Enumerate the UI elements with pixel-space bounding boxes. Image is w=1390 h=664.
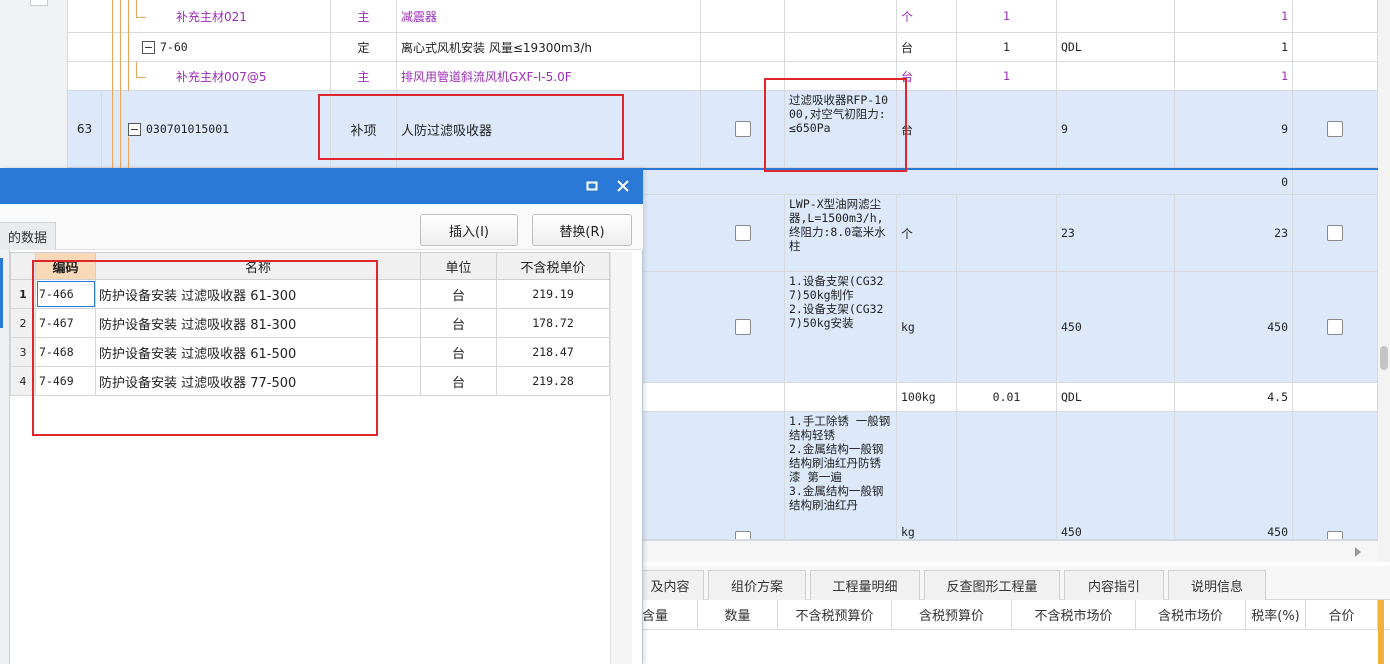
table-row[interactable]: 补充主材007@5 主 排风用管道斜流风机GXF-I-5.0F 台 1 1 — [68, 62, 1378, 91]
tab-content-guide[interactable]: 内容指引 — [1064, 570, 1164, 600]
qty-expr-cell: 23 — [1057, 195, 1175, 271]
replace-button[interactable]: 替换(R) — [532, 214, 632, 246]
dialog-tab-data[interactable]: 的数据 — [0, 222, 56, 250]
qty-coef-cell: 0.01 — [957, 383, 1057, 411]
row-checkbox[interactable] — [1327, 121, 1343, 137]
col-header[interactable]: 税率(%) — [1246, 600, 1306, 629]
type-cell: 主 — [331, 0, 397, 32]
desc-cell: LWP-X型油网滤尘器,L=1500m3/h,终阻力:8.0毫米水柱 — [785, 195, 897, 271]
table-row[interactable]: 补充主材021 主 减震器 个 1 1 — [68, 0, 1378, 33]
qty-expr-cell: QDL — [1057, 33, 1175, 61]
qty-cell: 450 — [1175, 272, 1293, 382]
row-checkbox[interactable] — [734, 319, 751, 335]
row-checkbox[interactable] — [1327, 319, 1343, 335]
table-row-selected[interactable]: 63 −030701015001 补项 人防过滤吸收器 过滤吸收器RFP-100… — [68, 91, 1378, 168]
name-cell: 减震器 — [397, 0, 701, 32]
qty-cell: 4.5 — [1175, 383, 1293, 411]
code-cell[interactable]: −030701015001 — [124, 91, 331, 167]
unit-cell: kg — [897, 412, 957, 539]
qty-expr-cell: QDL — [1057, 383, 1175, 411]
code-cell: 补充主材021 — [172, 0, 331, 32]
qty-cell: 1 — [1175, 62, 1293, 90]
tab-quantity-detail[interactable]: 工程量明细 — [810, 570, 920, 600]
col-header[interactable]: 含税预算价 — [892, 600, 1012, 629]
code-cell: 补充主材007@5 — [172, 62, 331, 90]
tab-reverse-check[interactable]: 反查图形工程量 — [924, 570, 1060, 600]
qty-coef-cell: 1 — [957, 62, 1057, 90]
vertical-scrollbar[interactable] — [1378, 0, 1390, 562]
type-cell: 补项 — [331, 91, 397, 167]
col-header[interactable]: 数量 — [698, 600, 778, 629]
col-header[interactable]: 含税市场价 — [1136, 600, 1246, 629]
qty-expr-cell: 450 — [1057, 412, 1175, 539]
qty-expr-cell: 450 — [1057, 272, 1175, 382]
scroll-thumb[interactable] — [1380, 346, 1388, 370]
col-unit[interactable]: 单位 — [421, 253, 497, 279]
list-item[interactable]: 3 7-468 防护设备安装 过滤吸收器 61-500 台 218.47 — [10, 338, 610, 367]
desc-cell: 过滤吸收器RFP-1000,对空气初阻力:≤650Pa — [785, 91, 897, 167]
row-checkbox[interactable] — [734, 225, 751, 241]
qty-cell: 9 — [1175, 91, 1293, 167]
qty-cell: 450 — [1175, 412, 1293, 539]
row-checkbox[interactable] — [734, 121, 751, 137]
row-checkbox[interactable] — [734, 531, 751, 539]
col-header[interactable]: 不含税预算价 — [778, 600, 892, 629]
qty-coef-cell: 1 — [957, 0, 1057, 32]
table-row[interactable]: −7-60 定 离心式风机安装 风量≤19300m3/h 台 1 QDL 1 — [68, 33, 1378, 62]
left-panel-control[interactable] — [30, 0, 48, 6]
name-cell: 离心式风机安装 风量≤19300m3/h — [397, 33, 701, 61]
list-item[interactable]: 2 7-467 防护设备安装 过滤吸收器 81-300 台 178.72 — [10, 309, 610, 338]
qty-coef-cell: 1 — [957, 33, 1057, 61]
code-cell[interactable]: −7-60 — [138, 33, 331, 61]
col-header[interactable]: 合价 — [1306, 600, 1378, 629]
qty-expr-cell: 9 — [1057, 91, 1175, 167]
collapse-icon[interactable]: − — [142, 40, 155, 54]
quota-select-dialog: 的数据 插入(I) 替换(R) 编码 名称 单位 不含税单价 1 7-466 防… — [0, 168, 643, 664]
unit-cell: 台 — [897, 91, 957, 167]
unit-cell: 个 — [897, 195, 957, 271]
type-cell: 主 — [331, 62, 397, 90]
row-checkbox[interactable] — [1327, 225, 1343, 241]
name-cell: 排风用管道斜流风机GXF-I-5.0F — [397, 62, 701, 90]
quota-list-header: 编码 名称 单位 不含税单价 — [10, 252, 610, 280]
desc-cell: 1.手工除锈 一般钢结构轻锈 2.金属结构一般钢结构刷油红丹防锈漆 第一遍 3.… — [785, 412, 897, 539]
horizontal-scrollbar[interactable] — [640, 540, 1378, 562]
tab-content[interactable]: 及内容 — [636, 570, 704, 600]
dialog-side-strip — [0, 250, 10, 664]
qty-cell: 1 — [1175, 33, 1293, 61]
unit-cell: 个 — [897, 0, 957, 32]
unit-cell: kg — [897, 272, 957, 382]
bottom-tabbar: 及内容 组价方案 工程量明细 反查图形工程量 内容指引 说明信息 — [636, 566, 1390, 600]
close-icon[interactable] — [617, 180, 629, 192]
col-header[interactable]: 不含税市场价 — [1012, 600, 1136, 629]
seq-cell: 63 — [68, 91, 102, 167]
main-window: 补充主材021 主 减震器 个 1 1 −7-60 定 离心式风机安装 风量≤1… — [0, 0, 1390, 664]
tab-pricing-plan[interactable]: 组价方案 — [708, 570, 806, 600]
qty-cell: 0 — [1175, 170, 1293, 194]
qty-cell: 23 — [1175, 195, 1293, 271]
col-name[interactable]: 名称 — [96, 253, 421, 279]
name-cell: 人防过滤吸收器 — [397, 91, 701, 167]
maximize-icon[interactable] — [586, 180, 598, 192]
desc-cell: 1.设备支架(CG327)50kg制作 2.设备支架(CG327)50kg安装 — [785, 272, 897, 382]
left-panel — [0, 0, 68, 170]
insert-button[interactable]: 插入(I) — [420, 214, 518, 246]
col-price[interactable]: 不含税单价 — [497, 253, 609, 279]
unit-cell: 台 — [897, 62, 957, 90]
list-item[interactable]: 1 7-466 防护设备安装 过滤吸收器 61-300 台 219.19 — [10, 280, 610, 309]
unit-cell: 台 — [897, 33, 957, 61]
bottom-grid-header: 含量 数量 不含税预算价 含税预算价 不含税市场价 含税市场价 税率(%) 合价 — [640, 600, 1390, 664]
row-checkbox[interactable] — [1327, 531, 1343, 539]
unit-cell: 100kg — [897, 383, 957, 411]
list-item[interactable]: 4 7-469 防护设备安装 过滤吸收器 77-500 台 219.28 — [10, 367, 610, 396]
col-header[interactable]: 含量 — [640, 600, 698, 629]
tab-description[interactable]: 说明信息 — [1168, 570, 1266, 600]
scroll-right-icon[interactable] — [1354, 547, 1362, 557]
dialog-titlebar[interactable] — [0, 168, 643, 204]
qty-cell: 1 — [1175, 0, 1293, 32]
col-code[interactable]: 编码 — [36, 253, 96, 279]
dialog-scrollbar[interactable] — [610, 252, 632, 664]
type-cell: 定 — [331, 33, 397, 61]
collapse-icon[interactable]: − — [128, 122, 141, 136]
